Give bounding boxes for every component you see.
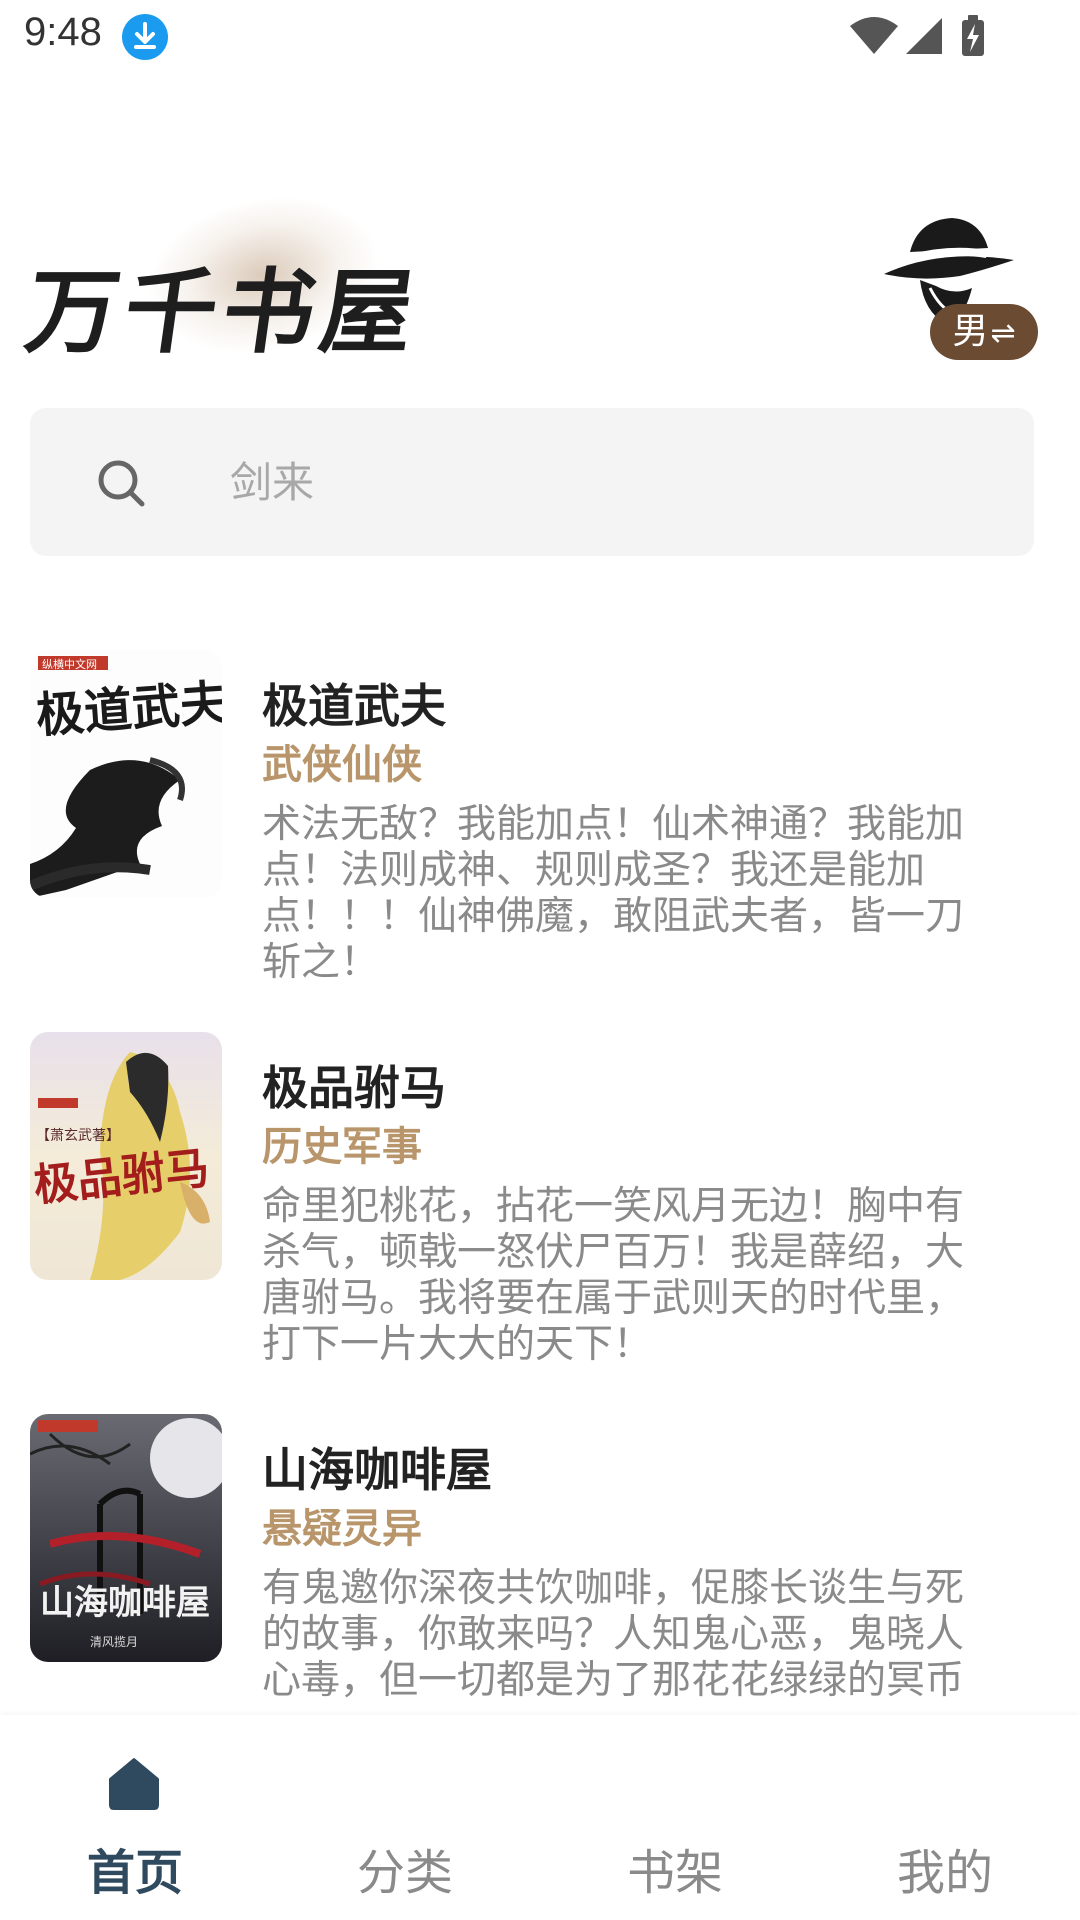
brand-title: 万千书屋: [19, 258, 427, 366]
wifi-icon: [850, 17, 898, 54]
gender-toggle-label: 男: [952, 311, 989, 352]
book-title: 极品驸马: [262, 1061, 446, 1115]
book-description: 命里犯桃花，拈花一笑风月无边！胸中有杀气，顿戟一怒伏尸百万！我是薛绍，大唐驸马。…: [262, 1184, 965, 1367]
battery-charging-icon: [962, 15, 984, 56]
gender-toggle-button[interactable]: 男⇌: [930, 304, 1038, 360]
svg-text:清风揽月: 清风揽月: [90, 1635, 138, 1649]
svg-text:山海咖啡屋: 山海咖啡屋: [40, 1583, 210, 1623]
search-bar[interactable]: [30, 408, 1034, 556]
svg-text:【萧玄武著】: 【萧玄武著】: [36, 1127, 120, 1144]
nav-label: 书架: [626, 1845, 723, 1901]
swap-arrows-icon: ⇌: [990, 316, 1016, 351]
status-time: 9:48: [24, 10, 102, 54]
book-category: 历史军事: [262, 1124, 422, 1170]
status-icons: [850, 12, 1000, 62]
book-item[interactable]: 山海咖啡屋 清风揽月 山海咖啡屋 悬疑灵异 有鬼邀你深夜共饮咖啡，促膝长谈生与死…: [0, 1404, 1080, 1715]
svg-text:纵横中文网: 纵横中文网: [42, 657, 97, 671]
nav-label: 分类: [356, 1845, 453, 1901]
brand-logo: 万千书屋: [19, 177, 428, 373]
book-category: 悬疑灵异: [262, 1506, 422, 1552]
nav-item-bookshelf[interactable]: 书架: [540, 1715, 810, 1920]
search-input[interactable]: [230, 452, 990, 512]
book-item[interactable]: 纵横中文网 极道武夫 极道武夫 武侠仙侠 术法无敌？我能加点！仙术神通？我能加点…: [0, 640, 1080, 1000]
book-description: 术法无敌？我能加点！仙术神通？我能加点！法则成神、规则成圣？我还是能加点！！！仙…: [262, 802, 965, 985]
book-cover[interactable]: 【萧玄武著】 极品驸马: [30, 1032, 222, 1280]
download-icon: [122, 14, 168, 60]
nav-label: 首页: [86, 1845, 183, 1901]
book-cover[interactable]: 纵横中文网 极道武夫: [30, 650, 222, 898]
nav-item-home[interactable]: 首页: [0, 1715, 270, 1920]
bottom-nav: 首页 分类 书架 我的: [0, 1715, 1080, 1920]
book-category: 武侠仙侠: [262, 742, 422, 788]
nav-item-profile[interactable]: 我的: [810, 1715, 1080, 1920]
home-icon: [109, 1758, 159, 1810]
book-title: 山海咖啡屋: [262, 1443, 492, 1497]
book-description: 有鬼邀你深夜共饮咖啡，促膝长谈生与死的故事，你敢来吗？人知鬼心恶，鬼晓人心毒，但…: [262, 1566, 965, 1703]
search-icon: [98, 460, 145, 507]
signal-icon: [906, 18, 942, 54]
nav-label: 我的: [896, 1845, 993, 1901]
status-bar: 9:48: [0, 0, 1080, 75]
book-cover[interactable]: 山海咖啡屋 清风揽月: [30, 1414, 222, 1662]
book-list[interactable]: 纵横中文网 极道武夫 极道武夫 武侠仙侠 术法无敌？我能加点！仙术神通？我能加点…: [0, 640, 1080, 1715]
book-item[interactable]: 【萧玄武著】 极品驸马 极品驸马 历史军事 命里犯桃花，拈花一笑风月无边！胸中有…: [0, 1022, 1080, 1382]
book-title: 极道武夫: [262, 679, 446, 733]
nav-item-category[interactable]: 分类: [270, 1715, 540, 1920]
